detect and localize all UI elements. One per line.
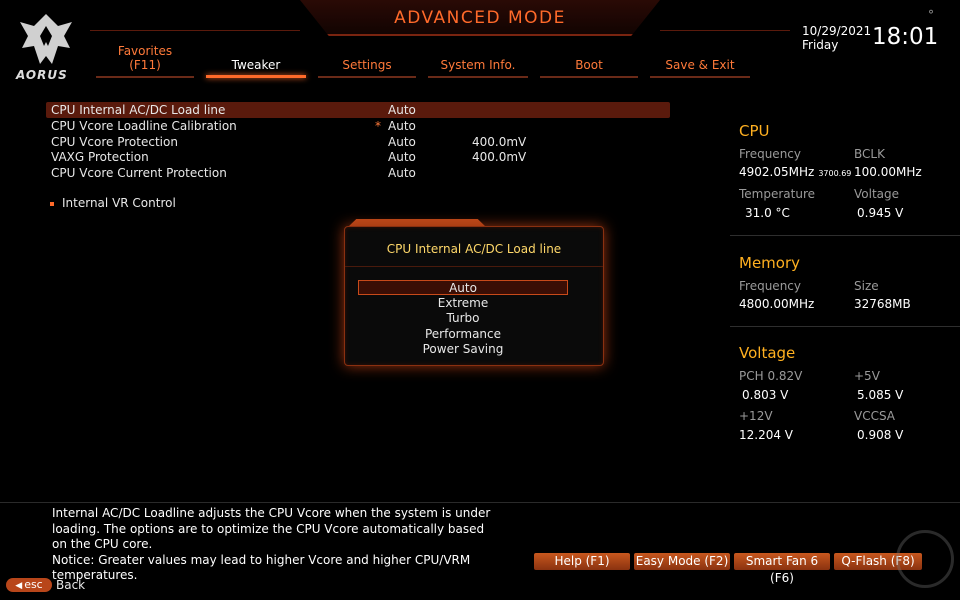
setting-current-value: 400.0mV <box>472 150 527 164</box>
vccsa-value: 0.908 V <box>857 428 904 442</box>
memory-frequency-label: Frequency <box>739 279 801 293</box>
setting-row-cpu-internal-acdc-loadline[interactable]: CPU Internal AC/DC Load line Auto <box>46 102 670 118</box>
popup-header: CPU Internal AC/DC Load line <box>345 227 603 267</box>
setting-label: CPU Vcore Current Protection <box>51 166 227 180</box>
12v-label: +12V <box>739 409 773 423</box>
popup-option-turbo[interactable]: Turbo <box>358 311 568 326</box>
vccsa-label: VCCSA <box>854 409 896 423</box>
easy-mode-button[interactable]: Easy Mode (F2) <box>634 553 730 570</box>
panel-divider <box>730 235 960 236</box>
popup-option-power-saving[interactable]: Power Saving <box>358 342 568 357</box>
cpu-voltage-value: 0.945 V <box>857 206 904 220</box>
cpu-frequency-label: Frequency <box>739 147 801 161</box>
popup-option-extreme[interactable]: Extreme <box>358 296 568 311</box>
cpu-frequency-value: 4902.05MHz 3700.69 <box>739 165 852 179</box>
setting-value: Auto <box>388 150 416 164</box>
tab-favorites[interactable]: Favorites (F11) <box>96 42 194 78</box>
arrow-left-icon: ◀ <box>15 581 23 591</box>
setting-value: Auto <box>388 103 416 117</box>
5v-value: 5.085 V <box>857 388 904 402</box>
option-popup: CPU Internal AC/DC Load line Auto Extrem… <box>344 226 604 366</box>
tab-boot-label: Boot <box>575 58 603 72</box>
clock: 18:01 <box>872 24 939 50</box>
day: Friday <box>802 38 839 52</box>
tab-settings-label: Settings <box>342 58 392 72</box>
popup-option-performance[interactable]: Performance <box>358 327 568 342</box>
tab-settings[interactable]: Settings <box>318 42 416 78</box>
smart-fan-button[interactable]: Smart Fan 6 (F6) <box>734 553 830 585</box>
watermark-circle <box>896 530 954 588</box>
memory-panel-title: Memory <box>739 254 801 272</box>
submenu-bullet-icon <box>50 201 54 206</box>
notice-text: Notice: Greater values may lead to highe… <box>52 552 471 583</box>
panel-divider <box>730 326 960 327</box>
setting-value: Auto <box>388 119 416 133</box>
esc-button[interactable]: ◀ esc <box>6 578 52 592</box>
help-description: Internal AC/DC Loadline adjusts the CPU … <box>52 506 502 584</box>
popup-title: CPU Internal AC/DC Load line <box>386 242 562 256</box>
submenu-label: Internal VR Control <box>62 196 176 210</box>
setting-label: VAXG Protection <box>51 150 149 164</box>
cpu-bclk-label: BCLK <box>854 147 885 161</box>
12v-value: 12.204 V <box>739 428 794 442</box>
mode-title: ADVANCED MODE <box>394 8 566 28</box>
header-divider <box>660 30 790 31</box>
help-button[interactable]: Help (F1) <box>534 553 630 570</box>
help-text: Internal AC/DC Loadline adjusts the CPU … <box>52 506 491 551</box>
setting-label: CPU Internal AC/DC Load line <box>51 103 226 117</box>
setting-label: CPU Vcore Loadline Calibration <box>51 119 237 133</box>
cpu-temperature-value: 31.0 °C <box>745 206 790 220</box>
tab-favorites-key: (F11) <box>129 58 161 72</box>
tab-save-exit[interactable]: Save & Exit <box>650 42 750 78</box>
setting-value: Auto <box>388 135 416 149</box>
setting-row-vaxg-protection[interactable]: VAXG Protection Auto 400.0mV <box>46 149 670 165</box>
popup-option-auto[interactable]: Auto <box>358 280 568 295</box>
tab-system-info[interactable]: System Info. <box>428 42 528 78</box>
cpu-bclk-value: 100.00MHz <box>854 165 922 179</box>
cpu-panel-title: CPU <box>739 122 770 140</box>
setting-row-vcore-loadline-calibration[interactable]: CPU Vcore Loadline Calibration * Auto <box>46 118 670 134</box>
tab-favorites-label: Favorites <box>117 44 173 58</box>
pch-voltage-value: 0.803 V <box>742 388 789 402</box>
close-icon[interactable]: ° <box>928 8 934 22</box>
cpu-voltage-label: Voltage <box>854 187 900 201</box>
cpu-temperature-label: Temperature <box>739 187 816 201</box>
voltage-panel-title: Voltage <box>739 344 796 362</box>
header-divider <box>90 30 300 31</box>
help-divider <box>0 502 960 503</box>
memory-frequency-value: 4800.00MHz <box>739 297 815 311</box>
tab-tweaker[interactable]: Tweaker <box>206 42 306 78</box>
cpu-frequency-secondary: 3700.69 <box>818 169 852 178</box>
setting-row-vcore-protection[interactable]: CPU Vcore Protection Auto 400.0mV <box>46 134 670 150</box>
setting-label: CPU Vcore Protection <box>51 135 178 149</box>
modified-indicator: * <box>375 119 381 133</box>
logo-text: AORUS <box>16 68 68 82</box>
tab-tweaker-label: Tweaker <box>231 58 281 72</box>
tab-boot[interactable]: Boot <box>540 42 638 78</box>
date-display: 10/29/2021 Friday <box>802 24 871 52</box>
memory-size-value: 32768MB <box>854 297 911 311</box>
setting-value: Auto <box>388 166 416 180</box>
tab-save-exit-label: Save & Exit <box>665 58 735 72</box>
5v-label: +5V <box>854 369 880 383</box>
tab-system-info-label: System Info. <box>440 58 516 72</box>
pch-voltage-label: PCH 0.82V <box>739 369 803 383</box>
date: 10/29/2021 <box>802 24 872 38</box>
back-label[interactable]: Back <box>56 578 85 592</box>
setting-row-vcore-current-protection[interactable]: CPU Vcore Current Protection Auto <box>46 165 670 181</box>
submenu-internal-vr-control[interactable]: Internal VR Control <box>50 196 176 210</box>
memory-size-label: Size <box>854 279 879 293</box>
setting-current-value: 400.0mV <box>472 135 527 149</box>
esc-label: esc <box>24 578 43 591</box>
